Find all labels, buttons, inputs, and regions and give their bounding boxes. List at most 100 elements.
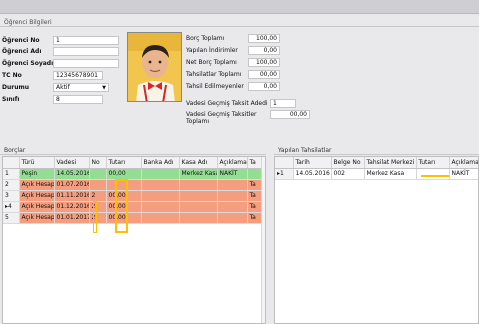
table-cell <box>217 212 248 224</box>
summary-label: Borç Toplamı <box>186 35 225 42</box>
table-cell: 01.12.2016 <box>54 201 90 213</box>
row-indicator-header <box>275 157 294 169</box>
column-header[interactable]: Türü <box>19 157 55 169</box>
student-field-3[interactable]: 12345678901 <box>53 71 103 80</box>
summary-label: Tahsil Edilmeyenler <box>186 83 244 90</box>
table-cell <box>179 190 218 202</box>
table-row[interactable]: 1 Peşin 14.05.2016 00,00 Merkez Kasa NAKİT <box>3 168 262 180</box>
table-cell: 01.07.2016 <box>54 179 90 191</box>
table-cell: Ta <box>247 212 262 224</box>
debts-scrollbar[interactable] <box>261 157 265 323</box>
overdue-total-field[interactable]: 00,00 <box>270 110 310 119</box>
column-header[interactable]: Tarih <box>293 157 332 169</box>
column-header[interactable]: No <box>89 157 107 169</box>
summary-value[interactable]: 100,00 <box>248 34 280 43</box>
table-row[interactable]: 5 Açık Hesap 01.01.2017 2 00,00 Ta <box>3 212 262 224</box>
table-cell <box>217 190 248 202</box>
table-cell <box>141 201 180 213</box>
row-number: 1 <box>280 170 284 177</box>
table-cell: Açık Hesap <box>19 212 55 224</box>
status-select[interactable]: Aktif ▼ <box>53 83 109 92</box>
summary-value[interactable]: 100,00 <box>248 58 280 67</box>
table-cell <box>89 168 107 180</box>
table-cell <box>217 179 248 191</box>
table-cell: NAKİT <box>217 168 248 180</box>
debts-grid: Türü Vadesi No Tutarı Banka Adı Kasa Adı Açıkl… <box>2 156 266 324</box>
table-cell <box>89 179 107 191</box>
summary-value[interactable]: 0,00 <box>248 82 280 91</box>
student-section-title: Öğrenci Bilgileri <box>0 18 479 27</box>
table-cell: 01.01.2017 <box>54 212 90 224</box>
table-cell: 2 <box>89 190 107 202</box>
table-cell <box>179 201 218 213</box>
column-header[interactable]: Kasa Adı <box>179 157 218 169</box>
row-index: ▸1 <box>275 168 294 180</box>
student-field-0[interactable]: 1 <box>53 36 119 45</box>
field-label: TC No <box>2 72 22 79</box>
field-value: Aktif <box>56 84 70 91</box>
field-value: 1 <box>56 37 60 44</box>
student-field-1[interactable] <box>53 47 119 56</box>
column-header[interactable]: Tutarı <box>106 157 142 169</box>
overdue-total-label: Vadesi Geçmiş Taksitler Toplamı <box>186 111 257 125</box>
field-value: 12345678901 <box>56 72 98 79</box>
table-row[interactable]: 2 Açık Hesap 01.07.2016 Ta <box>3 179 262 191</box>
chevron-down-icon: ▼ <box>102 85 106 91</box>
payments-grid: Tarih Belge No Tahsilat Merkezi Tutarı Açıkl… <box>274 156 479 324</box>
column-header[interactable]: Vadesi <box>54 157 90 169</box>
student-field-5[interactable]: 8 <box>53 95 103 104</box>
overdue-count-field[interactable]: 1 <box>270 99 296 108</box>
row-index: 5 <box>3 212 20 224</box>
row-number: 2 <box>5 181 9 188</box>
summary-value[interactable]: 00,00 <box>248 70 280 79</box>
row-indicator-header <box>3 157 20 169</box>
table-cell: Açık Hesap <box>19 201 55 213</box>
row-index: 2 <box>3 179 20 191</box>
column-header[interactable]: Açıklama <box>217 157 248 169</box>
summary-label: Yapılan İndirimler <box>186 47 238 54</box>
table-cell <box>141 168 180 180</box>
column-header[interactable]: Belge No <box>331 157 365 169</box>
table-cell: 14.05.2016 <box>54 168 90 180</box>
table-cell <box>141 212 180 224</box>
column-header[interactable]: Açıklama <box>449 157 478 169</box>
column-header[interactable]: Tahsilat Merkezi <box>364 157 417 169</box>
row-number: 4 <box>8 203 12 210</box>
student-field-2[interactable] <box>53 59 119 68</box>
table-row[interactable]: 3 Açık Hesap 01.11.2016 2 00,00 Ta <box>3 190 262 202</box>
overdue-count-label: Vadesi Geçmiş Taksit Adedi <box>186 100 268 107</box>
row-number: 5 <box>5 214 9 221</box>
table-cell <box>141 190 180 202</box>
debts-title: Borçlar <box>0 146 266 155</box>
summary-value[interactable]: 0,00 <box>248 46 280 55</box>
highlight-box <box>115 179 128 233</box>
table-cell: 00,00 <box>106 168 142 180</box>
field-label: Öğrenci Soyadı <box>2 60 54 67</box>
table-row[interactable]: ▸4 Açık Hesap 01.12.2016 2 00,00 Ta <box>3 201 262 213</box>
table-cell: Ta <box>247 179 262 191</box>
column-header[interactable]: Ta <box>247 157 262 169</box>
table-cell <box>179 179 218 191</box>
table-cell: Peşin <box>19 168 55 180</box>
column-header[interactable]: Banka Adı <box>141 157 180 169</box>
highlight-box <box>93 201 97 233</box>
table-cell <box>217 201 248 213</box>
field-label: Öğrenci Adı <box>2 48 42 55</box>
title-bar <box>0 0 479 14</box>
field-label: Sınıfı <box>2 96 20 103</box>
highlight-box <box>421 172 449 177</box>
table-cell: Merkez Kasa <box>364 168 417 180</box>
table-cell <box>179 212 218 224</box>
summary-label: Tahsilatlar Toplamı <box>186 71 242 78</box>
table-cell: Açık Hesap <box>19 179 55 191</box>
table-cell <box>141 179 180 191</box>
table-cell: NAKİT <box>449 168 478 180</box>
field-value: 8 <box>56 96 60 103</box>
summary-label: Net Borç Toplamı <box>186 59 237 66</box>
table-cell: Ta <box>247 201 262 213</box>
row-number: 3 <box>5 192 9 199</box>
column-header[interactable]: Tutarı <box>416 157 450 169</box>
table-cell: Açık Hesap <box>19 190 55 202</box>
field-label: Öğrenci No <box>2 37 40 44</box>
row-index: 3 <box>3 190 20 202</box>
